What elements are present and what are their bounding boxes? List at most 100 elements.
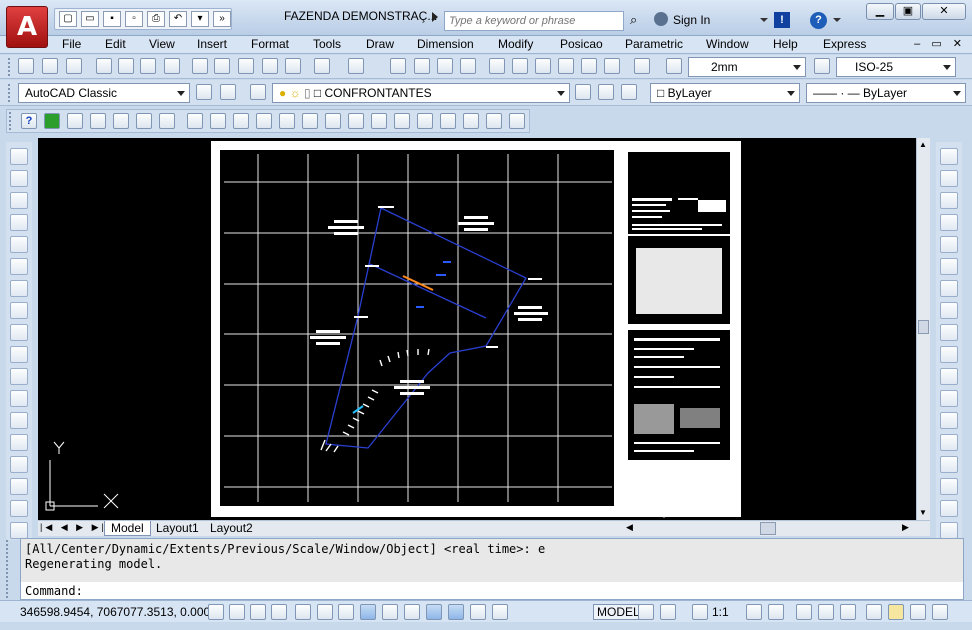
quick-properties-icon[interactable] — [470, 604, 486, 620]
select-tool-icon[interactable] — [210, 113, 226, 129]
polyline-icon[interactable] — [10, 192, 28, 209]
redo-icon[interactable] — [348, 58, 364, 74]
vertical-scrollbar[interactable]: ▲ ▼ — [916, 138, 930, 520]
copy-object-icon[interactable] — [940, 170, 958, 187]
quickcalc-icon[interactable] — [604, 58, 620, 74]
paste-special-icon[interactable] — [262, 58, 278, 74]
mirror-icon[interactable] — [940, 192, 958, 209]
lineweight-icon[interactable] — [426, 604, 442, 620]
txt-tool-icon[interactable] — [279, 113, 295, 129]
arc-icon[interactable] — [10, 258, 28, 275]
quick-view-drawings-icon[interactable] — [660, 604, 676, 620]
close-button[interactable]: ✕ — [922, 3, 966, 20]
paste-icon[interactable] — [238, 58, 254, 74]
dimension-style-icon[interactable] — [814, 58, 830, 74]
break-icon[interactable] — [940, 412, 958, 429]
make-layer-current-icon[interactable] — [575, 84, 591, 100]
road-tool-icon[interactable] — [440, 113, 456, 129]
quick-view-layouts-icon[interactable] — [638, 604, 654, 620]
scale-icon[interactable] — [940, 302, 958, 319]
hatch-tool-icon[interactable] — [509, 113, 525, 129]
maximize-button[interactable]: ▣ — [895, 3, 921, 20]
stretch-icon[interactable] — [940, 324, 958, 341]
fillet-icon[interactable] — [940, 478, 958, 495]
rotate-icon[interactable] — [940, 280, 958, 297]
mem-tool-icon[interactable] — [325, 113, 341, 129]
menu-help[interactable]: Help — [773, 37, 798, 51]
bar-chart-tool-icon[interactable] — [394, 113, 410, 129]
list-tool-icon[interactable] — [67, 113, 83, 129]
search-input[interactable] — [444, 11, 624, 31]
menu-format[interactable]: Format — [251, 37, 289, 51]
snap-mode-icon[interactable] — [229, 604, 245, 620]
pan-icon[interactable] — [390, 58, 406, 74]
qat-more-icon[interactable]: » — [213, 11, 231, 27]
rectangle-icon[interactable] — [10, 236, 28, 253]
array-icon[interactable] — [940, 236, 958, 253]
green-tool-icon[interactable] — [44, 113, 60, 129]
menu-edit[interactable]: Edit — [105, 37, 126, 51]
text-style-icon[interactable] — [666, 58, 682, 74]
object-snap-tracking-icon[interactable] — [360, 604, 376, 620]
zoom-realtime-icon[interactable] — [414, 58, 430, 74]
blend-curves-icon[interactable] — [940, 500, 958, 517]
plot-preview-icon[interactable] — [118, 58, 134, 74]
erase-icon[interactable] — [940, 148, 958, 165]
chamfer-icon[interactable] — [940, 456, 958, 473]
new-icon[interactable] — [18, 58, 34, 74]
point-icon[interactable] — [10, 434, 28, 451]
tab-model[interactable]: Model — [104, 521, 151, 536]
move-icon[interactable] — [940, 258, 958, 275]
tool-palettes-icon[interactable] — [535, 58, 551, 74]
tab-navigation-arrows-icon[interactable]: |◀ ◀ ▶ ▶| — [40, 522, 107, 533]
pt-tool-icon[interactable] — [113, 113, 129, 129]
undo-dropdown-icon[interactable]: ▾ — [191, 11, 209, 27]
coordinate-readout[interactable]: 346598.9454, 7067077.3513, 0.0000 — [20, 605, 217, 619]
zoom-window-icon[interactable] — [437, 58, 453, 74]
insert-block-icon[interactable] — [10, 390, 28, 407]
menu-window[interactable]: Window — [706, 37, 749, 51]
exchange-icon[interactable]: ! — [774, 12, 790, 28]
toolbar-lock-icon[interactable] — [818, 604, 834, 620]
vertical-scroll-thumb[interactable] — [918, 320, 929, 334]
gradient-icon[interactable] — [10, 478, 28, 495]
allow-dynamic-ucs-icon[interactable] — [382, 604, 398, 620]
color-select[interactable]: □ ByLayer — [650, 83, 800, 103]
ellipse-arc-icon[interactable] — [10, 368, 28, 385]
curve-tool-icon[interactable] — [233, 113, 249, 129]
match-properties-icon[interactable] — [285, 58, 301, 74]
application-menu-button[interactable]: A — [6, 6, 48, 48]
polygon-icon[interactable] — [10, 214, 28, 231]
menu-tools[interactable]: Tools — [313, 37, 341, 51]
est-tool-icon[interactable] — [371, 113, 387, 129]
copy-icon[interactable] — [214, 58, 230, 74]
scroll-right-icon[interactable]: ▶ — [902, 522, 909, 533]
publish-icon[interactable] — [140, 58, 156, 74]
open-icon[interactable] — [42, 58, 58, 74]
toolbar-grip[interactable] — [8, 84, 12, 102]
annotation-visibility-icon[interactable] — [746, 604, 762, 620]
circle-icon[interactable] — [10, 280, 28, 297]
grid-tool-icon[interactable] — [348, 113, 364, 129]
save-as-icon[interactable]: ▫ — [125, 11, 143, 27]
model-space-toggle[interactable]: MODEL — [593, 604, 644, 620]
line-icon[interactable] — [10, 148, 28, 165]
undo-icon[interactable] — [314, 58, 330, 74]
explode-icon[interactable] — [940, 522, 958, 539]
layer-state-icon[interactable] — [621, 84, 637, 100]
isolate-objects-icon[interactable] — [866, 604, 882, 620]
sign-in-link[interactable]: Sign In — [673, 13, 710, 27]
flag-tool-icon[interactable] — [417, 113, 433, 129]
menu-dimension[interactable]: Dimension — [417, 37, 474, 51]
menu-parametric[interactable]: Parametric — [625, 37, 683, 51]
object-snap-icon[interactable] — [317, 604, 333, 620]
rotate-tool-icon[interactable] — [256, 113, 272, 129]
design-center-icon[interactable] — [512, 58, 528, 74]
lev-tool-icon[interactable] — [90, 113, 106, 129]
arrow-tool-icon[interactable] — [187, 113, 203, 129]
polar-tracking-icon[interactable] — [295, 604, 311, 620]
scroll-down-icon[interactable]: ▼ — [919, 508, 927, 517]
make-block-icon[interactable] — [10, 412, 28, 429]
annotation-scale-icon[interactable] — [692, 604, 708, 620]
print-icon[interactable]: ⎙ — [147, 11, 165, 27]
